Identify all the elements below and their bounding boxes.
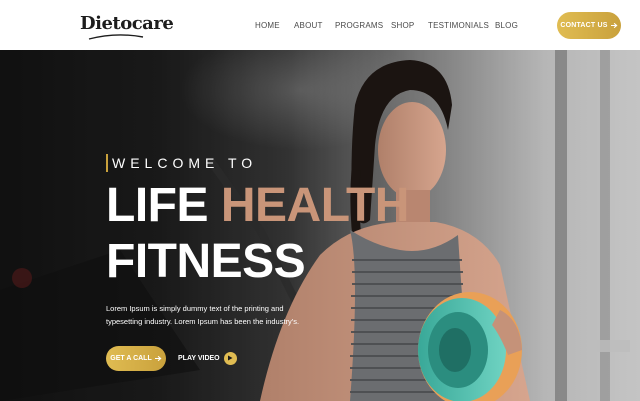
play-icon: [223, 351, 237, 365]
nav-programs[interactable]: PROGRAMS: [335, 21, 383, 30]
nav-about[interactable]: ABOUT: [294, 21, 323, 30]
hero-eyebrow: WELCOME TO: [106, 154, 257, 172]
get-a-call-button[interactable]: GET A CALL: [106, 346, 166, 371]
logo[interactable]: Dietocare: [80, 13, 174, 40]
nav-blog[interactable]: BLOG: [495, 21, 518, 30]
nav-home[interactable]: HOME: [255, 21, 280, 30]
play-video-label: PLAY VIDEO: [178, 354, 220, 362]
arrow-right-icon: [154, 355, 162, 362]
brand-name: Dietocare: [80, 13, 174, 34]
hero-title-fitness: FITNESS: [106, 235, 306, 288]
nav-shop[interactable]: SHOP: [391, 21, 414, 30]
contact-us-button[interactable]: CONTACT US: [557, 12, 621, 39]
hero-title-line1: LIFE HEALTH: [106, 178, 409, 234]
hero-title-life: LIFE: [106, 179, 209, 232]
arrow-right-icon: [610, 22, 618, 29]
hero-title-health: HEALTH: [220, 179, 410, 232]
get-a-call-label: GET A CALL: [110, 355, 152, 362]
top-navbar: Dietocare HOME ABOUT PROGRAMS SHOP TESTI…: [0, 0, 640, 50]
hero-description: Lorem Ipsum is simply dummy text of the …: [106, 304, 300, 326]
hero-section: WELCOME TO LIFE HEALTH FITNESS Lorem Ips…: [0, 50, 640, 401]
logo-swoosh-icon: [88, 34, 144, 40]
nav-testimonials[interactable]: TESTIMONIALS: [428, 21, 489, 30]
contact-us-label: CONTACT US: [560, 22, 608, 29]
play-video-button[interactable]: PLAY VIDEO: [178, 348, 237, 368]
